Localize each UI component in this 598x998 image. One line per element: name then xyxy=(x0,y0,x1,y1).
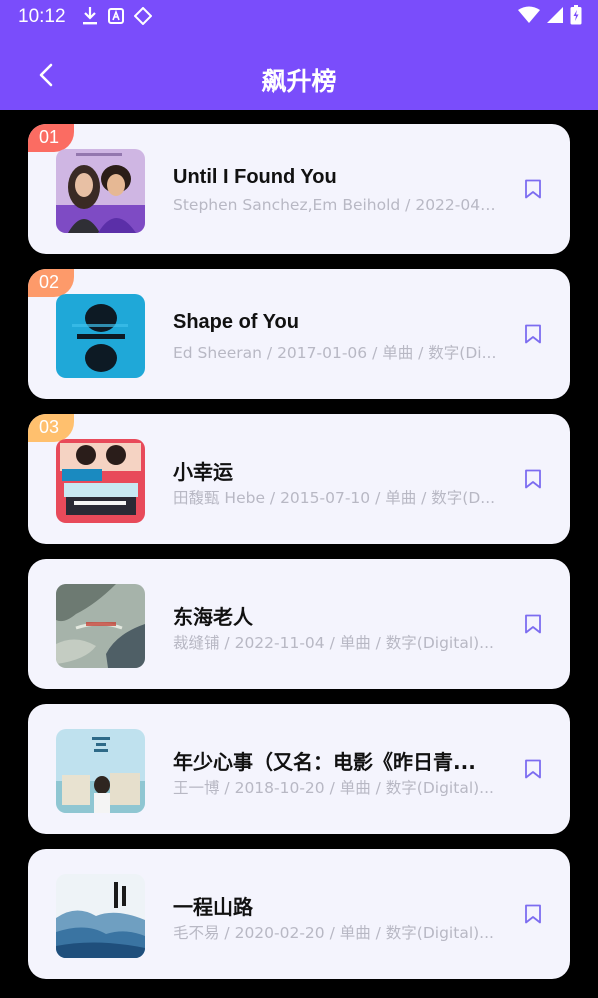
rank-badge: 02 xyxy=(28,269,74,297)
signal-icon xyxy=(547,7,563,23)
download-icon xyxy=(83,7,97,25)
font-app-icon xyxy=(108,8,124,24)
song-subtitle: 王一博 / 2018-10-20 / 单曲 / 数字(Digital)... xyxy=(173,779,494,797)
tag-icon xyxy=(134,7,152,25)
song-subtitle: Ed Sheeran / 2017-01-06 / 单曲 / 数字(Di... xyxy=(173,344,497,362)
song-subtitle: 田馥甄 Hebe / 2015-07-10 / 单曲 / 数字(D... xyxy=(173,489,496,507)
album-cover xyxy=(56,584,145,668)
song-card[interactable]: 年少心事（又名：电影《昨日青... 王一博 / 2018-10-20 / 单曲 … xyxy=(28,704,570,834)
song-title: 东海老人 xyxy=(173,605,253,629)
rank-badge: 01 xyxy=(28,124,74,152)
app-header: 10:12 飙升榜 xyxy=(0,0,598,110)
song-title: Shape of You xyxy=(173,311,299,333)
song-title: 一程山路 xyxy=(173,895,253,919)
wifi-icon xyxy=(518,6,540,23)
song-title: Until I Found You xyxy=(173,166,337,188)
rank-badge: 03 xyxy=(28,414,74,442)
song-subtitle: 毛不易 / 2020-02-20 / 单曲 / 数字(Digital)... xyxy=(173,924,494,942)
song-subtitle: 裁缝铺 / 2022-11-04 / 单曲 / 数字(Digital)... xyxy=(173,634,494,652)
song-card[interactable]: 一程山路 毛不易 / 2020-02-20 / 单曲 / 数字(Digital)… xyxy=(28,849,570,979)
song-card[interactable]: 01 Until I Found You Stephen Sanchez,Em … xyxy=(28,124,570,254)
bookmark-icon[interactable] xyxy=(524,324,542,344)
song-title: 年少心事（又名：电影《昨日青... xyxy=(173,750,476,774)
bookmark-icon[interactable] xyxy=(524,614,542,634)
bookmark-icon[interactable] xyxy=(524,904,542,924)
song-card[interactable]: 02 Shape of You Ed Sheeran / 2017-01-06 … xyxy=(28,269,570,399)
battery-icon xyxy=(570,5,582,25)
status-bar: 10:12 xyxy=(0,0,598,34)
album-cover xyxy=(56,439,145,523)
album-cover xyxy=(56,729,145,813)
bookmark-icon[interactable] xyxy=(524,179,542,199)
song-subtitle: Stephen Sanchez,Em Beihold / 2022-04-2..… xyxy=(173,196,499,214)
album-cover xyxy=(56,149,145,233)
bookmark-icon[interactable] xyxy=(524,759,542,779)
song-list: 01 Until I Found You Stephen Sanchez,Em … xyxy=(28,124,570,994)
album-cover xyxy=(56,874,145,958)
bookmark-icon[interactable] xyxy=(524,469,542,489)
page-title: 飙升榜 xyxy=(261,67,337,96)
album-cover xyxy=(56,294,145,378)
status-time: 10:12 xyxy=(18,6,66,27)
song-card[interactable]: 东海老人 裁缝铺 / 2022-11-04 / 单曲 / 数字(Digital)… xyxy=(28,559,570,689)
song-card[interactable]: 03 小幸运 田馥甄 Hebe / 2015-07-10 / 单曲 / 数字(D… xyxy=(28,414,570,544)
song-title: 小幸运 xyxy=(173,460,233,484)
